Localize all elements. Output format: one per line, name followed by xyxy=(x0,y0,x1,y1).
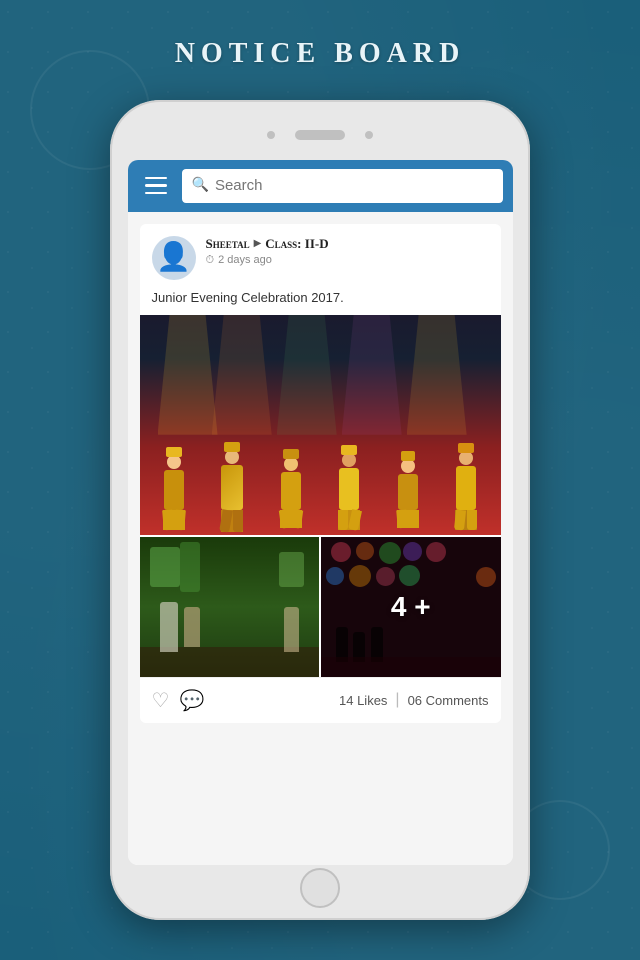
dancer-hat xyxy=(166,447,182,457)
footer-stats: 14 Likes | 06 Comments xyxy=(339,691,489,709)
comment-button[interactable]: 💬 xyxy=(179,688,204,713)
search-icon: 🔍 xyxy=(192,177,209,194)
bottom-image-right[interactable]: 4 + xyxy=(321,537,501,677)
post-class: Class: II-D xyxy=(265,236,328,252)
main-image[interactable] xyxy=(140,315,501,535)
post-footer: ♡ 💬 14 Likes | 06 Comments xyxy=(140,677,501,723)
image-grid: 4 + xyxy=(140,315,501,677)
avatar-icon: 👤 xyxy=(156,244,191,272)
phone-sensor xyxy=(267,131,275,139)
menu-line xyxy=(145,184,167,187)
more-count: 4 + xyxy=(391,591,431,623)
search-bar[interactable]: 🔍 xyxy=(182,169,503,203)
dancer-legs xyxy=(163,510,185,530)
phone-screen: 🔍 👤 Sheetal ▶ Class: II-D xyxy=(128,160,513,866)
more-overlay: 4 + xyxy=(321,537,501,677)
post-time: 2 days ago xyxy=(218,254,272,266)
stage-scene xyxy=(140,537,320,677)
like-button[interactable]: ♡ xyxy=(152,688,170,713)
post-meta: Sheetal ▶ Class: II-D ⏱ 2 days ago xyxy=(206,236,489,267)
phone-speaker xyxy=(295,130,345,140)
menu-line xyxy=(145,192,167,195)
arrow-icon: ▶ xyxy=(254,238,262,249)
dancer xyxy=(160,455,188,535)
stats-divider: | xyxy=(395,691,399,709)
bottom-image-left[interactable] xyxy=(140,537,320,677)
avatar: 👤 xyxy=(152,236,196,280)
dancer-body xyxy=(164,470,184,510)
post-author: Sheetal xyxy=(206,236,250,252)
home-button[interactable] xyxy=(300,868,340,908)
author-row: Sheetal ▶ Class: II-D xyxy=(206,236,489,252)
main-image-content xyxy=(140,315,501,535)
dancer xyxy=(452,451,480,535)
comment-icon: 💬 xyxy=(179,688,204,713)
post-caption: Junior Evening Celebration 2017. xyxy=(140,288,501,315)
bottom-images: 4 + xyxy=(140,537,501,677)
dancer xyxy=(394,459,422,535)
dancer xyxy=(335,453,363,535)
phone-shell: 🔍 👤 Sheetal ▶ Class: II-D xyxy=(110,100,530,920)
post-header: 👤 Sheetal ▶ Class: II-D ⏱ 2 days ago xyxy=(140,224,501,288)
page-title: NOTICE BOARD xyxy=(175,38,466,70)
phone-camera xyxy=(365,131,373,139)
heart-icon: ♡ xyxy=(152,688,170,713)
time-row: ⏱ 2 days ago xyxy=(206,254,489,267)
likes-count: 14 Likes xyxy=(339,693,387,708)
menu-line xyxy=(145,177,167,180)
clock-icon: ⏱ xyxy=(206,254,215,267)
comments-count: 06 Comments xyxy=(408,693,489,708)
phone-top-bar xyxy=(110,100,530,160)
content-area: 👤 Sheetal ▶ Class: II-D ⏱ 2 days ago xyxy=(128,212,513,866)
dancer xyxy=(218,450,246,535)
post-card: 👤 Sheetal ▶ Class: II-D ⏱ 2 days ago xyxy=(140,224,501,723)
phone-bottom xyxy=(110,865,530,920)
search-input[interactable] xyxy=(215,177,493,194)
dancer xyxy=(277,457,305,535)
dancers xyxy=(140,359,501,535)
menu-button[interactable] xyxy=(138,168,174,204)
toolbar: 🔍 xyxy=(128,160,513,212)
dancer-head xyxy=(167,455,181,469)
dancer-head xyxy=(225,450,239,464)
